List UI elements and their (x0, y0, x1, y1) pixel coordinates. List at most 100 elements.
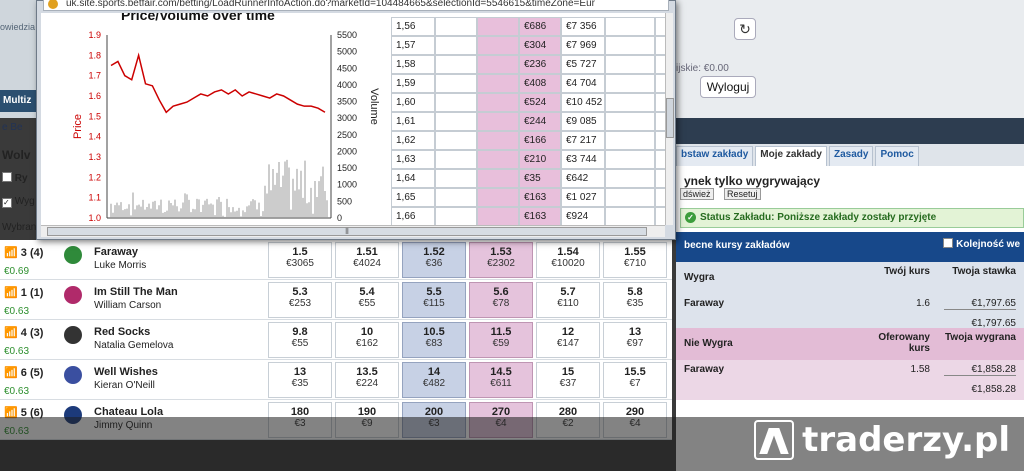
odds-cell[interactable]: 5.7 €110 (536, 282, 600, 318)
ladder-back[interactable] (435, 169, 477, 188)
ladder-lay[interactable]: €163 (519, 207, 561, 225)
tab-place-bets[interactable]: bstaw zakłady (676, 146, 754, 166)
ladder-lay[interactable]: €163 (519, 188, 561, 207)
refresh-icon[interactable]: ↻ (734, 18, 756, 40)
odds-price: 1.52 (423, 246, 445, 258)
odds-cell[interactable]: 5.8 €35 (603, 282, 667, 318)
odds-price: 10.5 (423, 326, 445, 338)
tab-my-bets[interactable]: Moje zakłady (755, 146, 827, 166)
ladder-lay[interactable]: €210 (519, 150, 561, 169)
checkbox-icon[interactable] (943, 238, 954, 248)
odds-cell[interactable]: 12 €147 (536, 322, 600, 358)
ladder-lay-blank[interactable] (477, 112, 519, 131)
scroll-thumb[interactable]: ⦀ (47, 227, 647, 236)
odds-cell[interactable]: 15 €37 (536, 362, 600, 398)
your-odds-header: Twój kurs (884, 266, 930, 277)
odds-cell[interactable]: 10.5 €83 (402, 322, 466, 358)
ctrl-ry[interactable]: Ry (2, 172, 28, 184)
ladder-lay-blank[interactable] (477, 150, 519, 169)
ladder-back[interactable] (435, 74, 477, 93)
odds-price: 14 (427, 366, 441, 378)
ladder-back[interactable] (435, 55, 477, 74)
sequence-toggle[interactable]: Kolejność we (943, 238, 1020, 250)
ladder-lay[interactable]: €408 (519, 74, 561, 93)
offered-odds-header: Oferowany kurs (878, 332, 930, 354)
ladder-price: 1,61 (391, 112, 435, 131)
runner-name[interactable]: Red Socks (94, 326, 150, 338)
odds-cell[interactable]: 13.5 €224 (335, 362, 399, 398)
bet-stake: €1,858.28 (944, 364, 1016, 376)
odds-price: 1.5 (292, 246, 308, 258)
lay-label: Nie Wygra (684, 338, 733, 349)
ladder-back[interactable] (435, 17, 477, 36)
ladder-lay[interactable]: €524 (519, 93, 561, 112)
odds-cell[interactable]: 1.51 €4024 (335, 242, 399, 278)
odds-cell[interactable]: 15.5 €7 (603, 362, 667, 398)
horizontal-scrollbar[interactable]: ⦀ (41, 225, 665, 237)
scroll-thumb[interactable] (666, 98, 674, 138)
ladder-lay[interactable]: €686 (519, 17, 561, 36)
ladder-lay-blank[interactable] (477, 93, 519, 112)
odds-cell[interactable]: 1.52 €36 (402, 242, 466, 278)
odds-cell[interactable]: 13 €35 (268, 362, 332, 398)
ctrl-wyg[interactable]: ✓ Wyg (2, 196, 35, 208)
ladder-lay[interactable]: €35 (519, 169, 561, 188)
ladder-back[interactable] (435, 112, 477, 131)
runner-name[interactable]: Well Wishes (94, 366, 158, 378)
ladder-lay[interactable]: €304 (519, 36, 561, 55)
logout-button[interactable]: Wyloguj (700, 76, 756, 98)
odds-cell[interactable]: 5.3 €253 (268, 282, 332, 318)
jockey-silk-icon (64, 286, 82, 304)
ladder-lay-blank[interactable] (477, 131, 519, 150)
ladder-back[interactable] (435, 36, 477, 55)
odds-cell[interactable]: 5.5 €115 (402, 282, 466, 318)
ladder-lay-blank[interactable] (477, 188, 519, 207)
ladder-back[interactable] (435, 207, 477, 225)
nav-tab-multiz[interactable]: Multiz (0, 90, 36, 112)
odds-price: 5.8 (627, 286, 643, 298)
ladder-lay[interactable]: €166 (519, 131, 561, 150)
odds-cell[interactable]: 11.5 €59 (469, 322, 533, 358)
odds-cell[interactable]: 1.55 €710 (603, 242, 667, 278)
ladder-lay-blank[interactable] (477, 36, 519, 55)
checkbox-icon[interactable] (2, 172, 12, 182)
ladder-back[interactable] (435, 188, 477, 207)
ladder-lay-blank[interactable] (477, 207, 519, 225)
checkbox-checked-icon[interactable]: ✓ (2, 198, 12, 208)
odds-amount: €482 (422, 378, 446, 389)
jockey-name: Natalia Gemelova (94, 340, 174, 351)
runner-name[interactable]: Im Still The Man (94, 286, 178, 298)
vertical-scrollbar[interactable] (665, 13, 674, 225)
refresh-button[interactable]: dśwież (680, 188, 714, 200)
ladder-lay[interactable]: €244 (519, 112, 561, 131)
odds-cell[interactable]: 9.8 €55 (268, 322, 332, 358)
reset-button[interactable]: Resetuj (724, 188, 761, 200)
ladder-back[interactable] (435, 93, 477, 112)
tab-help[interactable]: Pomoc (875, 146, 919, 166)
odds-cell[interactable]: 5.4 €55 (335, 282, 399, 318)
odds-cell[interactable]: 14.5 €611 (469, 362, 533, 398)
ladder-back[interactable] (435, 131, 477, 150)
y2-tick-label: 1500 (337, 163, 357, 173)
ladder-lay-blank[interactable] (477, 17, 519, 36)
ladder-lay-blank[interactable] (477, 169, 519, 188)
runner-pl: €0.63 (4, 306, 30, 317)
odds-cell[interactable]: 1.5 €3065 (268, 242, 332, 278)
url-bar[interactable]: uk.site.sports.betfair.com/betting/LoadR… (43, 0, 669, 11)
odds-cell[interactable]: 14 €482 (402, 362, 466, 398)
odds-cell[interactable]: 5.6 €78 (469, 282, 533, 318)
y2-tick-label: 3500 (337, 97, 357, 107)
breadcrumb[interactable]: e Be (0, 122, 36, 133)
odds-cell[interactable]: 1.53 €2302 (469, 242, 533, 278)
odds-cell[interactable]: 13 €97 (603, 322, 667, 358)
runner-name[interactable]: Faraway (94, 246, 138, 258)
tab-rules[interactable]: Zasady (828, 146, 874, 166)
site-icon (48, 0, 58, 9)
ladder-lay-blank[interactable] (477, 55, 519, 74)
odds-cell[interactable]: 1.54 €10020 (536, 242, 600, 278)
ladder-lay[interactable]: €236 (519, 55, 561, 74)
odds-cell[interactable]: 10 €162 (335, 322, 399, 358)
ladder-lay-blank[interactable] (477, 74, 519, 93)
ladder-empty (605, 150, 655, 169)
ladder-back[interactable] (435, 150, 477, 169)
